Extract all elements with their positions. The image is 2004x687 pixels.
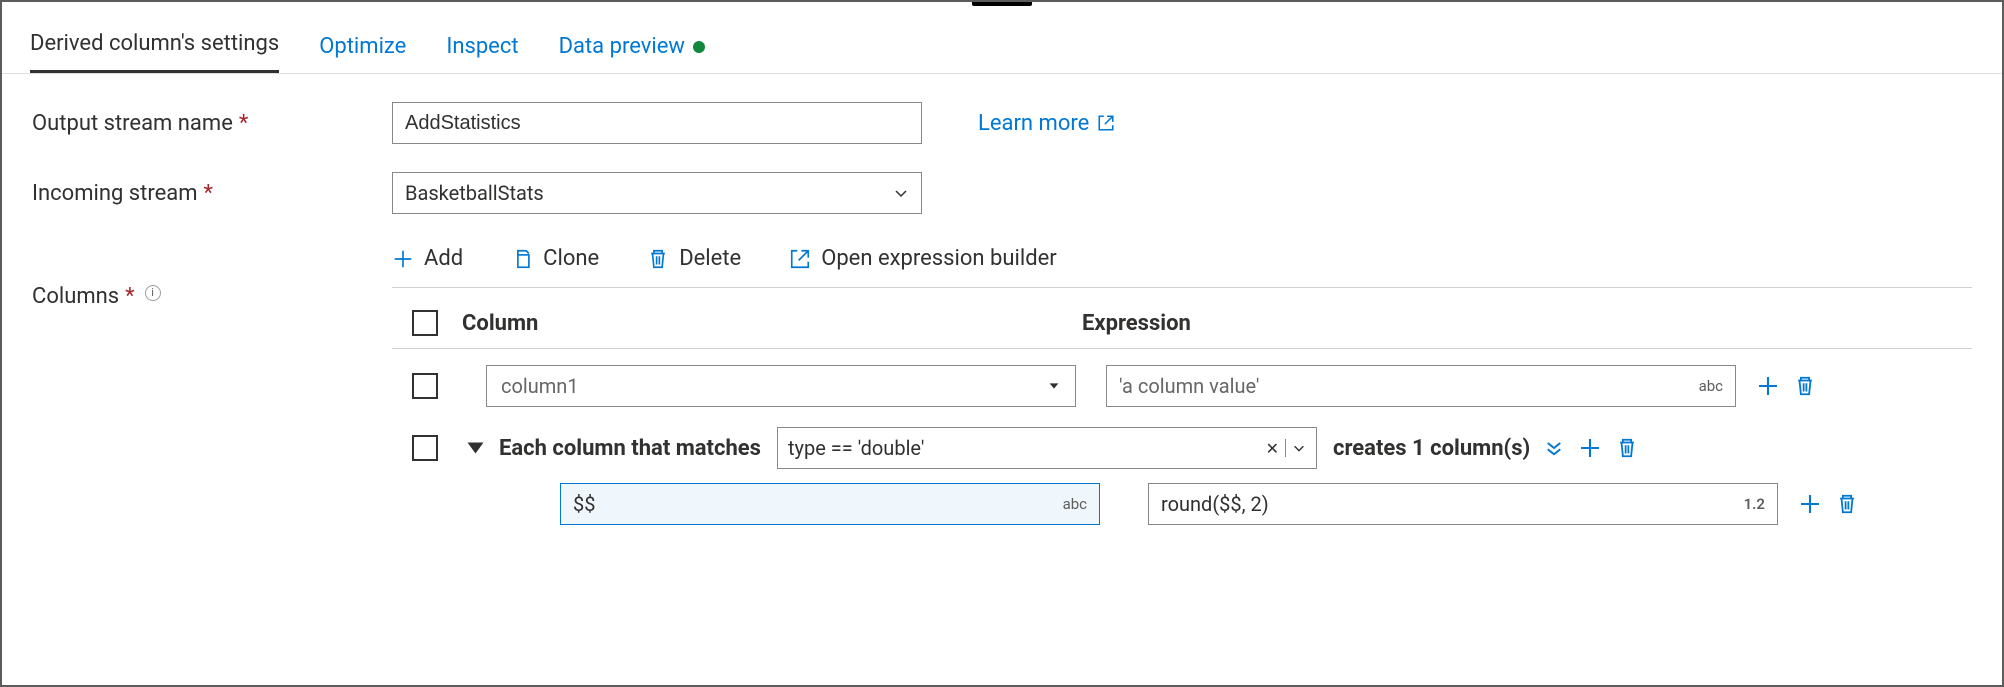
expand-caret-icon[interactable] xyxy=(468,443,484,454)
output-stream-name-label: Output stream name* xyxy=(32,111,392,136)
caret-down-icon xyxy=(1047,379,1061,393)
add-button[interactable]: Add xyxy=(392,246,463,271)
pattern-condition-value: type == 'double' xyxy=(788,436,924,460)
table-row: column1 'a column value' abc xyxy=(392,365,1972,407)
add-row-button[interactable] xyxy=(1756,374,1780,398)
type-tag-abc: abc xyxy=(1699,377,1723,395)
output-stream-name-input[interactable] xyxy=(392,102,922,144)
columns-label: Columns* i xyxy=(32,242,392,309)
column-name-select[interactable]: column1 xyxy=(486,365,1076,407)
chevron-down-icon xyxy=(893,185,909,201)
tab-data-preview[interactable]: Data preview xyxy=(559,34,705,73)
column-header-expression: Expression xyxy=(1082,311,1191,336)
column-pattern-row: Each column that matches type == 'double… xyxy=(392,427,1972,469)
open-expression-builder-button[interactable]: Open expression builder xyxy=(789,246,1057,271)
settings-tabs: Derived column's settings Optimize Inspe… xyxy=(2,2,2002,74)
type-tag-numeric: 1.2 xyxy=(1744,495,1765,513)
type-tag-abc: abc xyxy=(1063,495,1087,513)
copy-icon xyxy=(511,248,533,270)
expression-placeholder: 'a column value' xyxy=(1119,374,1259,398)
columns-grid-header: Column Expression xyxy=(392,304,1972,349)
row-checkbox[interactable] xyxy=(412,435,438,461)
column-name-placeholder: column1 xyxy=(501,374,579,398)
clone-button[interactable]: Clone xyxy=(511,246,599,271)
pattern-sub-row: $$ abc round($$, 2) 1.2 xyxy=(560,483,1972,525)
info-icon[interactable]: i xyxy=(145,285,161,301)
status-dot-icon xyxy=(693,41,705,53)
incoming-stream-select[interactable]: BasketballStats xyxy=(392,172,922,214)
chevron-down-icon[interactable] xyxy=(1292,441,1306,455)
chevron-double-down-icon[interactable] xyxy=(1544,438,1564,458)
row-checkbox[interactable] xyxy=(412,373,438,399)
pattern-suffix-label: creates 1 column(s) xyxy=(1333,436,1530,461)
select-all-checkbox[interactable] xyxy=(412,310,438,336)
tab-optimize[interactable]: Optimize xyxy=(319,34,406,73)
columns-toolbar: Add Clone xyxy=(392,246,1972,288)
incoming-stream-label: Incoming stream* xyxy=(32,181,392,206)
pattern-value-expression-value: round($$, 2) xyxy=(1161,492,1269,516)
add-row-button[interactable] xyxy=(1798,492,1822,516)
expression-input[interactable]: 'a column value' abc xyxy=(1106,365,1736,407)
delete-row-button[interactable] xyxy=(1616,437,1638,459)
panel-drag-handle[interactable] xyxy=(972,0,1032,6)
incoming-stream-value: BasketballStats xyxy=(405,181,544,205)
clear-icon[interactable]: ✕ xyxy=(1266,439,1279,458)
delete-row-button[interactable] xyxy=(1836,493,1858,515)
pattern-value-expression-input[interactable]: round($$, 2) 1.2 xyxy=(1148,483,1778,525)
open-external-icon xyxy=(789,248,811,270)
external-link-icon xyxy=(1097,114,1115,132)
pattern-name-expression-input[interactable]: $$ abc xyxy=(560,483,1100,525)
trash-icon xyxy=(647,248,669,270)
tab-inspect[interactable]: Inspect xyxy=(446,34,518,73)
plus-icon xyxy=(392,248,414,270)
pattern-condition-input[interactable]: type == 'double' ✕ xyxy=(777,427,1317,469)
tab-data-preview-label: Data preview xyxy=(559,34,685,59)
delete-row-button[interactable] xyxy=(1794,375,1816,397)
column-header-column: Column xyxy=(462,311,1082,336)
delete-button[interactable]: Delete xyxy=(647,246,741,271)
pattern-name-expression-value: $$ xyxy=(573,492,595,516)
tab-derived-column-settings[interactable]: Derived column's settings xyxy=(30,31,279,73)
learn-more-link[interactable]: Learn more xyxy=(978,111,1115,136)
pattern-prefix-label: Each column that matches xyxy=(499,436,761,461)
add-row-button[interactable] xyxy=(1578,436,1602,460)
